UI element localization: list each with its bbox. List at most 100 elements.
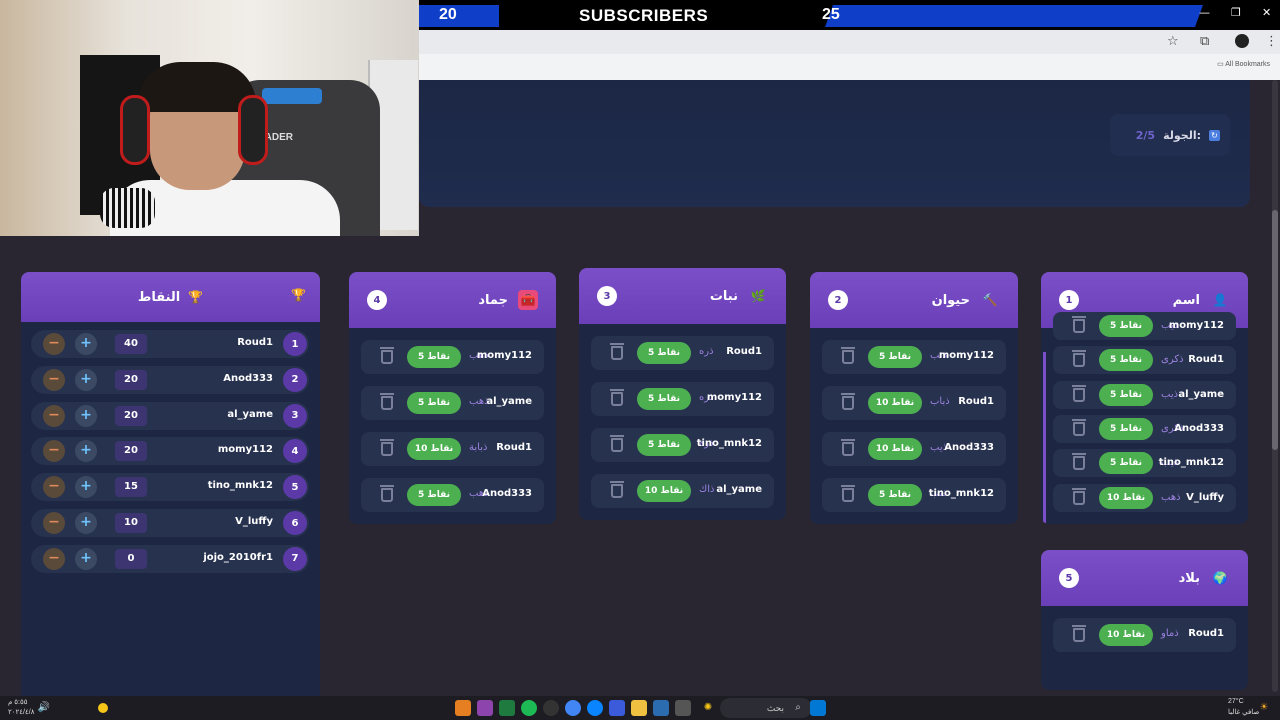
close-icon[interactable]: ✕ <box>1262 6 1271 19</box>
page-scrollbar[interactable] <box>1272 80 1278 692</box>
points-pill[interactable]: 5 نقاط <box>637 434 691 456</box>
plus-button[interactable]: + <box>75 547 97 570</box>
taskview-icon[interactable] <box>675 700 691 716</box>
points-pill[interactable]: 5 نقاط <box>1099 383 1153 406</box>
category-header: 5 بلاد 🌍 <box>1041 550 1248 606</box>
trash-icon[interactable] <box>841 485 855 502</box>
points-pill[interactable]: 10 نقاط <box>637 480 691 502</box>
rank-badge: 3 <box>283 403 307 428</box>
trash-icon[interactable] <box>1072 487 1086 505</box>
plus-button[interactable]: + <box>75 512 97 534</box>
category-title-group: بلاد 🌍 <box>1179 568 1230 588</box>
edge-icon[interactable] <box>587 700 603 716</box>
points-pill[interactable]: 5 نقاط <box>868 346 922 368</box>
minus-button[interactable]: − <box>43 440 65 463</box>
restore-icon[interactable]: ❐ <box>1231 6 1241 19</box>
trash-icon[interactable] <box>610 435 624 452</box>
points-pill[interactable]: 5 نقاط <box>1099 315 1153 337</box>
points-pill[interactable]: 5 نقاط <box>1099 417 1153 440</box>
points-pill[interactable]: 5 نقاط <box>868 484 922 506</box>
plus-button[interactable]: + <box>75 333 97 355</box>
app-icon-2[interactable] <box>477 700 493 716</box>
trash-icon[interactable] <box>610 389 624 406</box>
app-icon-3[interactable] <box>609 700 625 716</box>
plus-button[interactable]: + <box>75 368 97 391</box>
sun-icon: ✺ <box>703 702 713 713</box>
trash-icon[interactable] <box>1072 316 1086 333</box>
category-card-nabat: 3 نبات 🌿 5 نقاط ذره Roud1 5 نقاط ذره momy112 5 نق… <box>579 268 786 520</box>
trash-icon[interactable] <box>610 481 624 498</box>
category-scrollbar[interactable] <box>1043 352 1046 524</box>
plus-button[interactable]: + <box>75 440 97 463</box>
trash-icon[interactable] <box>380 393 394 410</box>
player-name: momy112 <box>217 444 273 456</box>
notification-dot[interactable] <box>98 703 108 713</box>
minus-button[interactable]: − <box>43 512 65 534</box>
obs-icon[interactable] <box>543 700 559 716</box>
trash-icon[interactable] <box>1072 625 1086 642</box>
trash-icon[interactable] <box>1072 453 1086 471</box>
all-bookmarks[interactable]: ▭ All Bookmarks <box>1217 60 1270 68</box>
category-title: نبات <box>709 288 738 304</box>
points-pill[interactable]: 5 نقاط <box>637 342 691 364</box>
scrollbar-thumb[interactable] <box>1272 210 1278 450</box>
start-icon[interactable] <box>810 700 826 716</box>
trash-icon[interactable] <box>380 439 394 456</box>
trash-icon[interactable] <box>380 347 394 364</box>
trash-icon[interactable] <box>841 347 855 364</box>
profile-avatar[interactable] <box>1235 34 1249 48</box>
minus-button[interactable]: − <box>43 333 65 355</box>
category-number: 3 <box>597 286 617 306</box>
points-pill[interactable]: 5 نقاط <box>407 346 461 368</box>
excel-icon[interactable] <box>499 700 515 716</box>
weather-desc: صافي غالبا <box>1228 709 1260 716</box>
category-title: جماد <box>478 292 508 308</box>
player-name: al_yame <box>227 408 273 420</box>
trash-icon[interactable] <box>380 485 394 502</box>
extensions-icon[interactable]: ⧉ <box>1200 34 1209 49</box>
answer-word: ذهب <box>1161 491 1181 503</box>
points-pill[interactable]: 10 نقاط <box>407 438 461 460</box>
minimize-icon[interactable]: — <box>1199 6 1210 19</box>
points-pill[interactable]: 5 نقاط <box>407 392 461 414</box>
answer-entry: 5 نقاط ذره tino_mnk12 <box>591 428 774 462</box>
plus-button[interactable]: + <box>75 476 97 499</box>
minus-button[interactable]: − <box>43 368 65 391</box>
volume-icon[interactable]: 🔊 <box>36 700 52 716</box>
trash-icon[interactable] <box>1072 384 1086 402</box>
trash-icon[interactable] <box>841 393 855 410</box>
points-pill[interactable]: 10 نقاط <box>868 392 922 414</box>
star-icon[interactable]: ☆ <box>1167 34 1179 49</box>
trash-icon[interactable] <box>1072 350 1086 368</box>
player-score: 40 <box>115 334 147 354</box>
minus-button[interactable]: − <box>43 547 65 570</box>
app-icon-1[interactable] <box>455 700 471 716</box>
points-pill[interactable]: 10 نقاط <box>1099 486 1153 509</box>
answer-entry: 5 نقاط ذيب tino_mnk12 <box>1053 449 1236 478</box>
plus-button[interactable]: + <box>75 404 97 427</box>
points-pill[interactable]: 5 نقاط <box>1099 452 1153 475</box>
menu-icon[interactable]: ⋮ <box>1265 34 1278 49</box>
chrome-icon[interactable] <box>565 700 581 716</box>
points-pill[interactable]: 5 نقاط <box>407 484 461 506</box>
minus-button[interactable]: − <box>43 404 65 427</box>
folder-icon[interactable] <box>631 700 647 716</box>
trash-icon[interactable] <box>610 343 624 360</box>
store-icon[interactable] <box>653 700 669 716</box>
webcam-overlay: EADER <box>0 0 419 236</box>
trash-icon[interactable] <box>1072 418 1086 436</box>
points-pill[interactable]: 5 نقاط <box>1099 349 1153 372</box>
trash-icon[interactable] <box>841 439 855 456</box>
player-name: momy112 <box>476 350 532 361</box>
player-score: 10 <box>115 513 147 533</box>
rank-badge: 1 <box>283 332 307 356</box>
search-icon[interactable]: ⌕ <box>790 700 806 716</box>
points-pill[interactable]: 10 نقاط <box>868 438 922 460</box>
answer-entry: 10 نقاط ذماو Roud1 <box>1053 618 1236 652</box>
minus-button[interactable]: − <box>43 476 65 499</box>
answer-entry: 10 نقاط ذبابة Roud1 <box>361 432 544 466</box>
address-bar[interactable] <box>419 30 1280 54</box>
points-pill[interactable]: 10 نقاط <box>1099 624 1153 646</box>
points-pill[interactable]: 5 نقاط <box>637 388 691 410</box>
spotify-icon[interactable] <box>521 700 537 716</box>
